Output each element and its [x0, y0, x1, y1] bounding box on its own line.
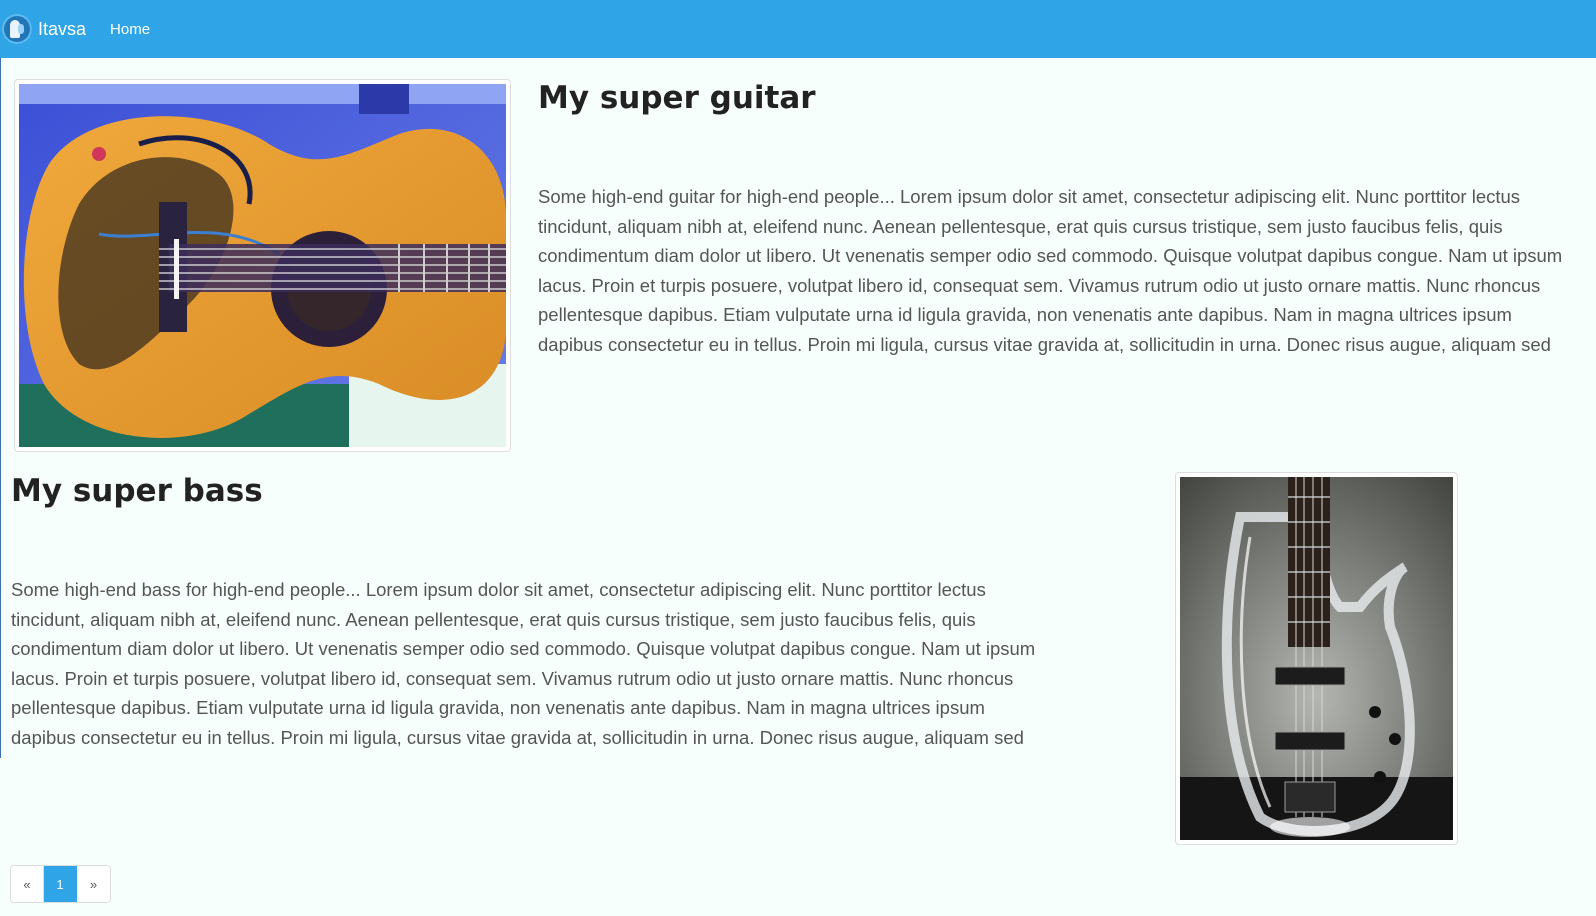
nav-home-link[interactable]: Home	[110, 21, 150, 38]
pagination-page-1[interactable]: 1	[44, 866, 77, 902]
guitar-title: My super guitar	[538, 80, 816, 116]
guitar-image	[14, 79, 511, 452]
pagination-next-button[interactable]: »	[77, 866, 110, 902]
bass-image	[1175, 472, 1458, 845]
guitar-description: Some high-end guitar for high-end people…	[538, 186, 1563, 364]
bass-description: Some high-end bass for high-end people..…	[11, 579, 1036, 757]
navbar: Itavsa Home	[0, 0, 1596, 58]
brand-link[interactable]: Itavsa	[38, 19, 86, 40]
page-edge-divider	[0, 58, 1, 758]
bass-photo-icon	[1180, 477, 1453, 840]
brand-logo-icon[interactable]	[2, 14, 32, 44]
guitar-photo-icon	[19, 84, 506, 447]
pagination: « 1 »	[10, 865, 111, 903]
pagination-prev-button[interactable]: «	[11, 866, 44, 902]
bass-title: My super bass	[11, 473, 263, 509]
